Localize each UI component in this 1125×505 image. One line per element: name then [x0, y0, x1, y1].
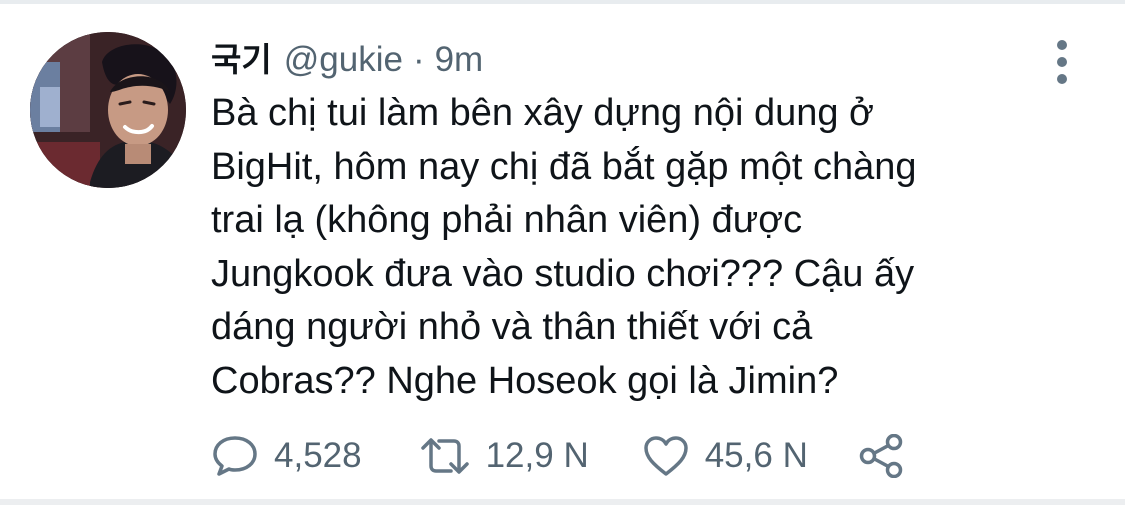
reply-button[interactable]: 4,528 — [212, 435, 362, 477]
tweet-actions: 4,528 12,9 N 45,6 N — [212, 432, 904, 480]
tweet-header: 국기 @gukie · 9m — [211, 36, 483, 84]
timestamp[interactable]: 9m — [435, 36, 484, 84]
tweet-text-line: trai lạ (không phải nhân viên) được — [211, 199, 803, 241]
tweet-card[interactable]: 국기 @gukie · 9m Bà chị tui làm bên xây dự… — [0, 4, 1125, 499]
dot-icon — [1057, 57, 1067, 67]
tweet-text-line: dáng người nhỏ và thân thiết với cả — [211, 306, 813, 348]
share-button[interactable] — [858, 434, 904, 478]
retweet-count: 12,9 N — [485, 436, 589, 475]
dot-icon — [1057, 40, 1067, 50]
tweet-text: Bà chị tui làm bên xây dựng nội dung ở B… — [211, 87, 1061, 408]
like-count: 45,6 N — [704, 436, 808, 475]
reply-count: 4,528 — [274, 436, 362, 475]
user-handle[interactable]: @gukie — [284, 36, 403, 84]
tweet-text-line: Jungkook đưa vào studio chơi??? Cậu ấy — [211, 252, 915, 295]
retweet-button[interactable]: 12,9 N — [420, 436, 589, 476]
like-button[interactable]: 45,6 N — [643, 435, 808, 477]
tweet-text-line: BigHit, hôm nay chị đã bắt gặp một chàng — [211, 145, 917, 188]
retweet-arrows-icon — [420, 438, 469, 474]
heart-outline-icon — [643, 436, 688, 476]
display-name[interactable]: 국기 — [211, 36, 272, 84]
avatar[interactable] — [30, 32, 186, 188]
dot-icon — [1057, 74, 1067, 84]
separator-dot: · — [412, 40, 425, 79]
tweet-text-line: Bà chị tui làm bên xây dựng nội dung ở — [211, 92, 874, 134]
vertical-ellipsis-icon[interactable] — [1046, 40, 1078, 84]
speech-bubble-icon — [213, 436, 257, 476]
bottom-divider — [0, 499, 1125, 505]
avatar-photo — [30, 32, 186, 188]
share-nodes-icon — [859, 434, 903, 478]
tweet-text-line: Cobras?? Nghe Hoseok gọi là Jimin? — [211, 359, 839, 402]
